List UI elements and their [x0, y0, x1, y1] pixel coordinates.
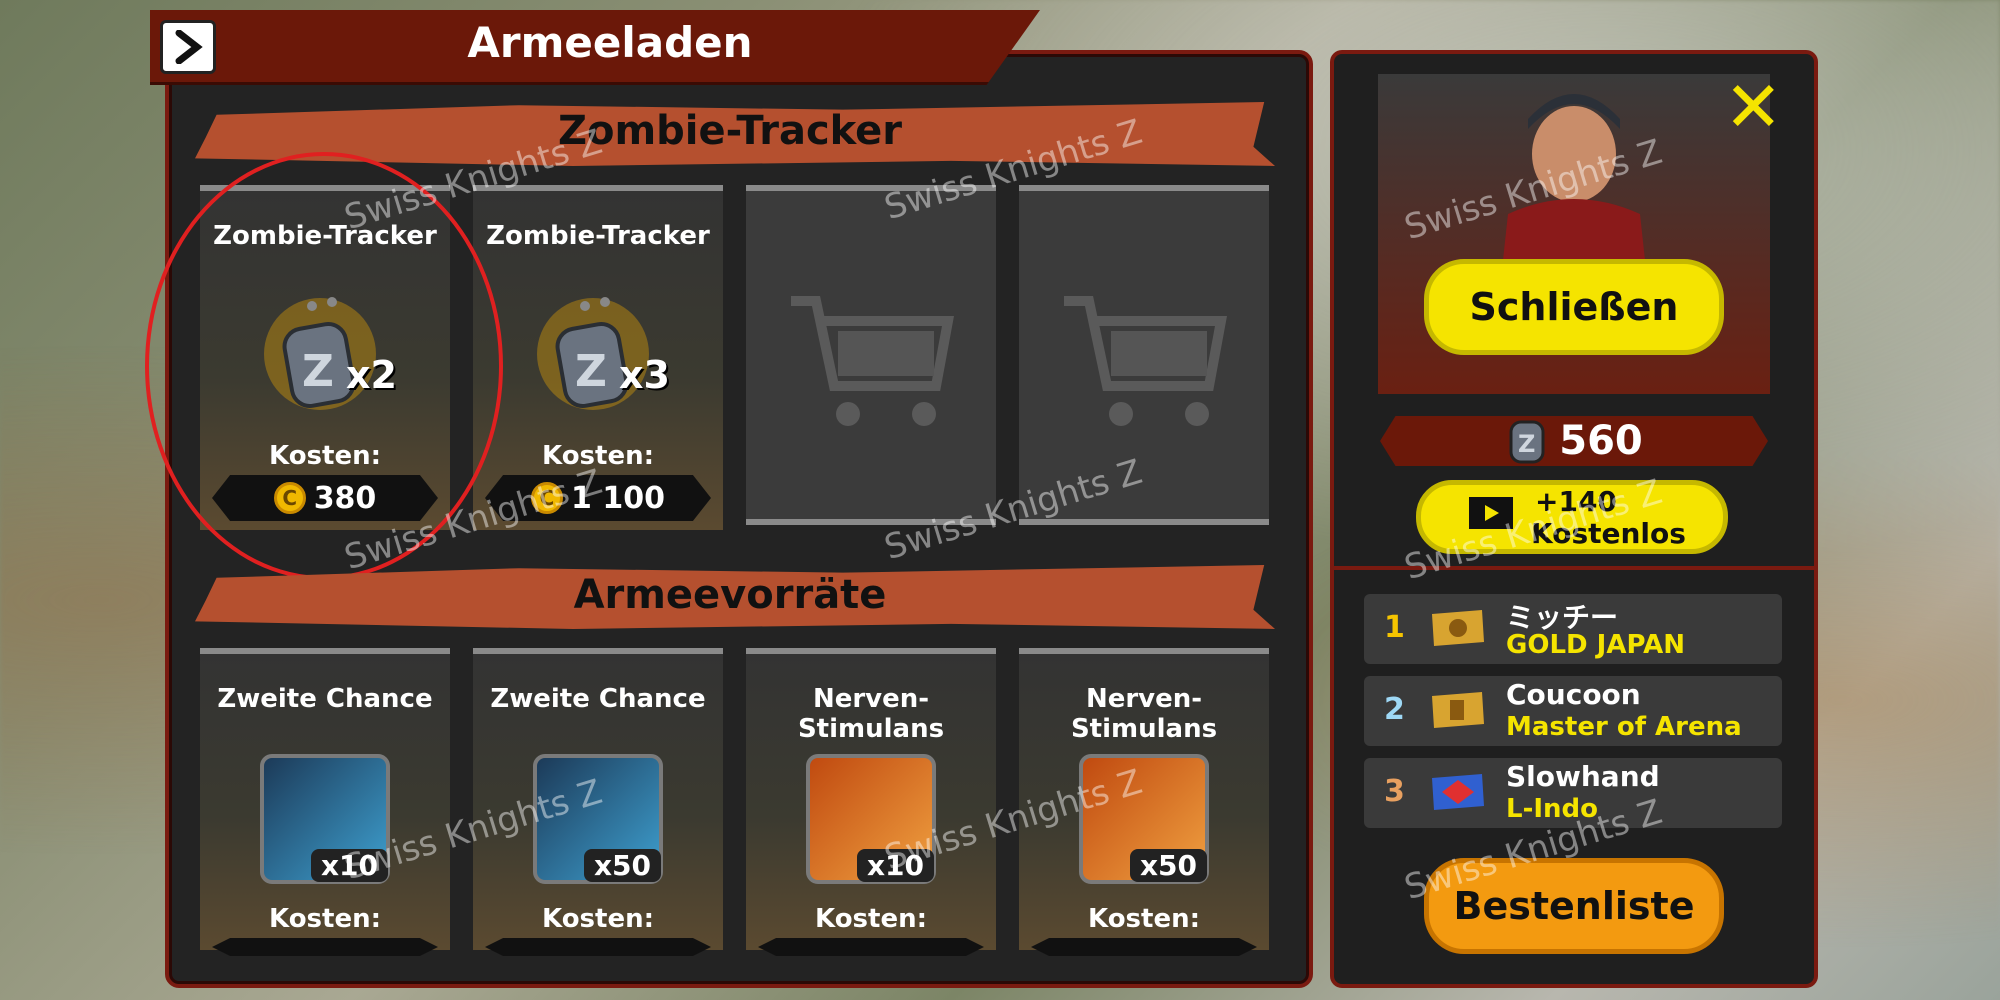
chevron-right-icon: [175, 30, 203, 64]
price-tag: [212, 938, 438, 956]
play-video-icon: [1469, 497, 1513, 529]
item-quantity: x10: [856, 849, 934, 882]
free-video-button[interactable]: +140 Kostenlos: [1416, 480, 1728, 554]
tracker-card-1[interactable]: Zombie-Tracker Z x2 Kosten: C 380: [200, 185, 450, 530]
supply-card-4[interactable]: Nerven-Stimulans x50 Kosten:: [1019, 648, 1269, 956]
leaderboard-row[interactable]: 3 Slowhand L-Indo: [1364, 758, 1782, 828]
empty-slot-1: [746, 185, 996, 525]
shopping-cart-icon: [791, 296, 955, 426]
close-button[interactable]: Schließen: [1424, 259, 1724, 355]
page-title: Armeeladen: [467, 18, 753, 67]
cost-label: Kosten:: [542, 441, 654, 471]
close-icon[interactable]: ✕: [1724, 72, 1783, 142]
guild-flag-icon: [1432, 610, 1484, 646]
item-name: Zombie-Tracker: [486, 221, 710, 251]
section-title-supplies: Armeevorräte: [573, 572, 887, 618]
price-tag: C 380: [212, 475, 438, 521]
supply-card-3[interactable]: Nerven-Stimulans x10 Kosten:: [746, 648, 996, 956]
divider: [1334, 566, 1814, 570]
player-name: Slowhand: [1506, 760, 1660, 793]
leaderboard-row[interactable]: 1 ミッチー GOLD JAPAN: [1364, 594, 1782, 664]
rank-number: 1: [1384, 610, 1405, 645]
second-chance-icon: x50: [533, 754, 663, 884]
price-tag: [485, 938, 711, 956]
item-price: 380: [313, 480, 377, 516]
shopping-cart-icon: [1064, 296, 1228, 426]
nerve-stimulant-icon: x50: [1079, 754, 1209, 884]
item-name: Zombie-Tracker: [213, 221, 437, 251]
second-chance-icon: x10: [260, 754, 390, 884]
coin-icon: C: [531, 482, 564, 514]
back-button[interactable]: [160, 20, 216, 74]
cost-label: Kosten:: [269, 904, 381, 934]
item-name: Nerven-Stimulans: [797, 684, 945, 744]
item-quantity: x50: [583, 849, 661, 882]
item-quantity: x50: [1129, 849, 1207, 882]
leaderboard-row[interactable]: 2 Coucoon Master of Arena: [1364, 676, 1782, 746]
supply-card-2[interactable]: Zweite Chance x50 Kosten:: [473, 648, 723, 956]
price-tag: [758, 938, 984, 956]
item-name: Zweite Chance: [490, 684, 706, 714]
item-quantity: x10: [310, 849, 388, 882]
svg-text:Z: Z: [302, 346, 334, 397]
cost-label: Kosten:: [269, 441, 381, 471]
leaderboard-button[interactable]: Bestenliste: [1424, 858, 1724, 954]
section-title-tracker: Zombie-Tracker: [557, 108, 903, 154]
item-name: Nerven-Stimulans: [1070, 684, 1218, 744]
supply-card-1[interactable]: Zweite Chance x10 Kosten:: [200, 648, 450, 956]
item-price: 1 100: [571, 480, 665, 516]
tag-count: 560: [1559, 418, 1643, 464]
tracker-card-2[interactable]: Zombie-Tracker Z x3 Kosten: C 1 100: [473, 185, 723, 530]
item-name: Zweite Chance: [217, 684, 433, 714]
rank-number: 3: [1384, 774, 1405, 809]
item-quantity: x3: [619, 353, 670, 397]
cost-label: Kosten:: [1088, 904, 1200, 934]
price-tag: [1031, 938, 1257, 956]
item-quantity: x2: [346, 353, 397, 397]
dog-tag-icon: Z: [1509, 420, 1545, 464]
player-name: Coucoon: [1506, 678, 1641, 711]
guild-name: GOLD JAPAN: [1506, 630, 1685, 660]
rank-number: 2: [1384, 692, 1405, 727]
cost-label: Kosten:: [815, 904, 927, 934]
free-label: Kostenlos: [1531, 517, 1686, 550]
guild-name: Master of Arena: [1506, 712, 1742, 742]
svg-text:Z: Z: [1518, 430, 1535, 458]
free-bonus-amount: +140: [1535, 485, 1617, 518]
guild-name: L-Indo: [1506, 794, 1599, 824]
nerve-stimulant-icon: x10: [806, 754, 936, 884]
guild-flag-icon: [1432, 692, 1484, 728]
side-panel: ✕ Schließen Z 560 +140 Kostenlos 1 ミッチー …: [1330, 50, 1818, 988]
coin-icon: C: [273, 482, 306, 514]
price-tag: C 1 100: [485, 475, 711, 521]
cost-label: Kosten:: [542, 904, 654, 934]
tag-counter: Z 560: [1380, 416, 1768, 466]
guild-flag-icon: [1432, 774, 1484, 810]
empty-slot-2: [1019, 185, 1269, 525]
svg-text:Z: Z: [575, 346, 607, 397]
